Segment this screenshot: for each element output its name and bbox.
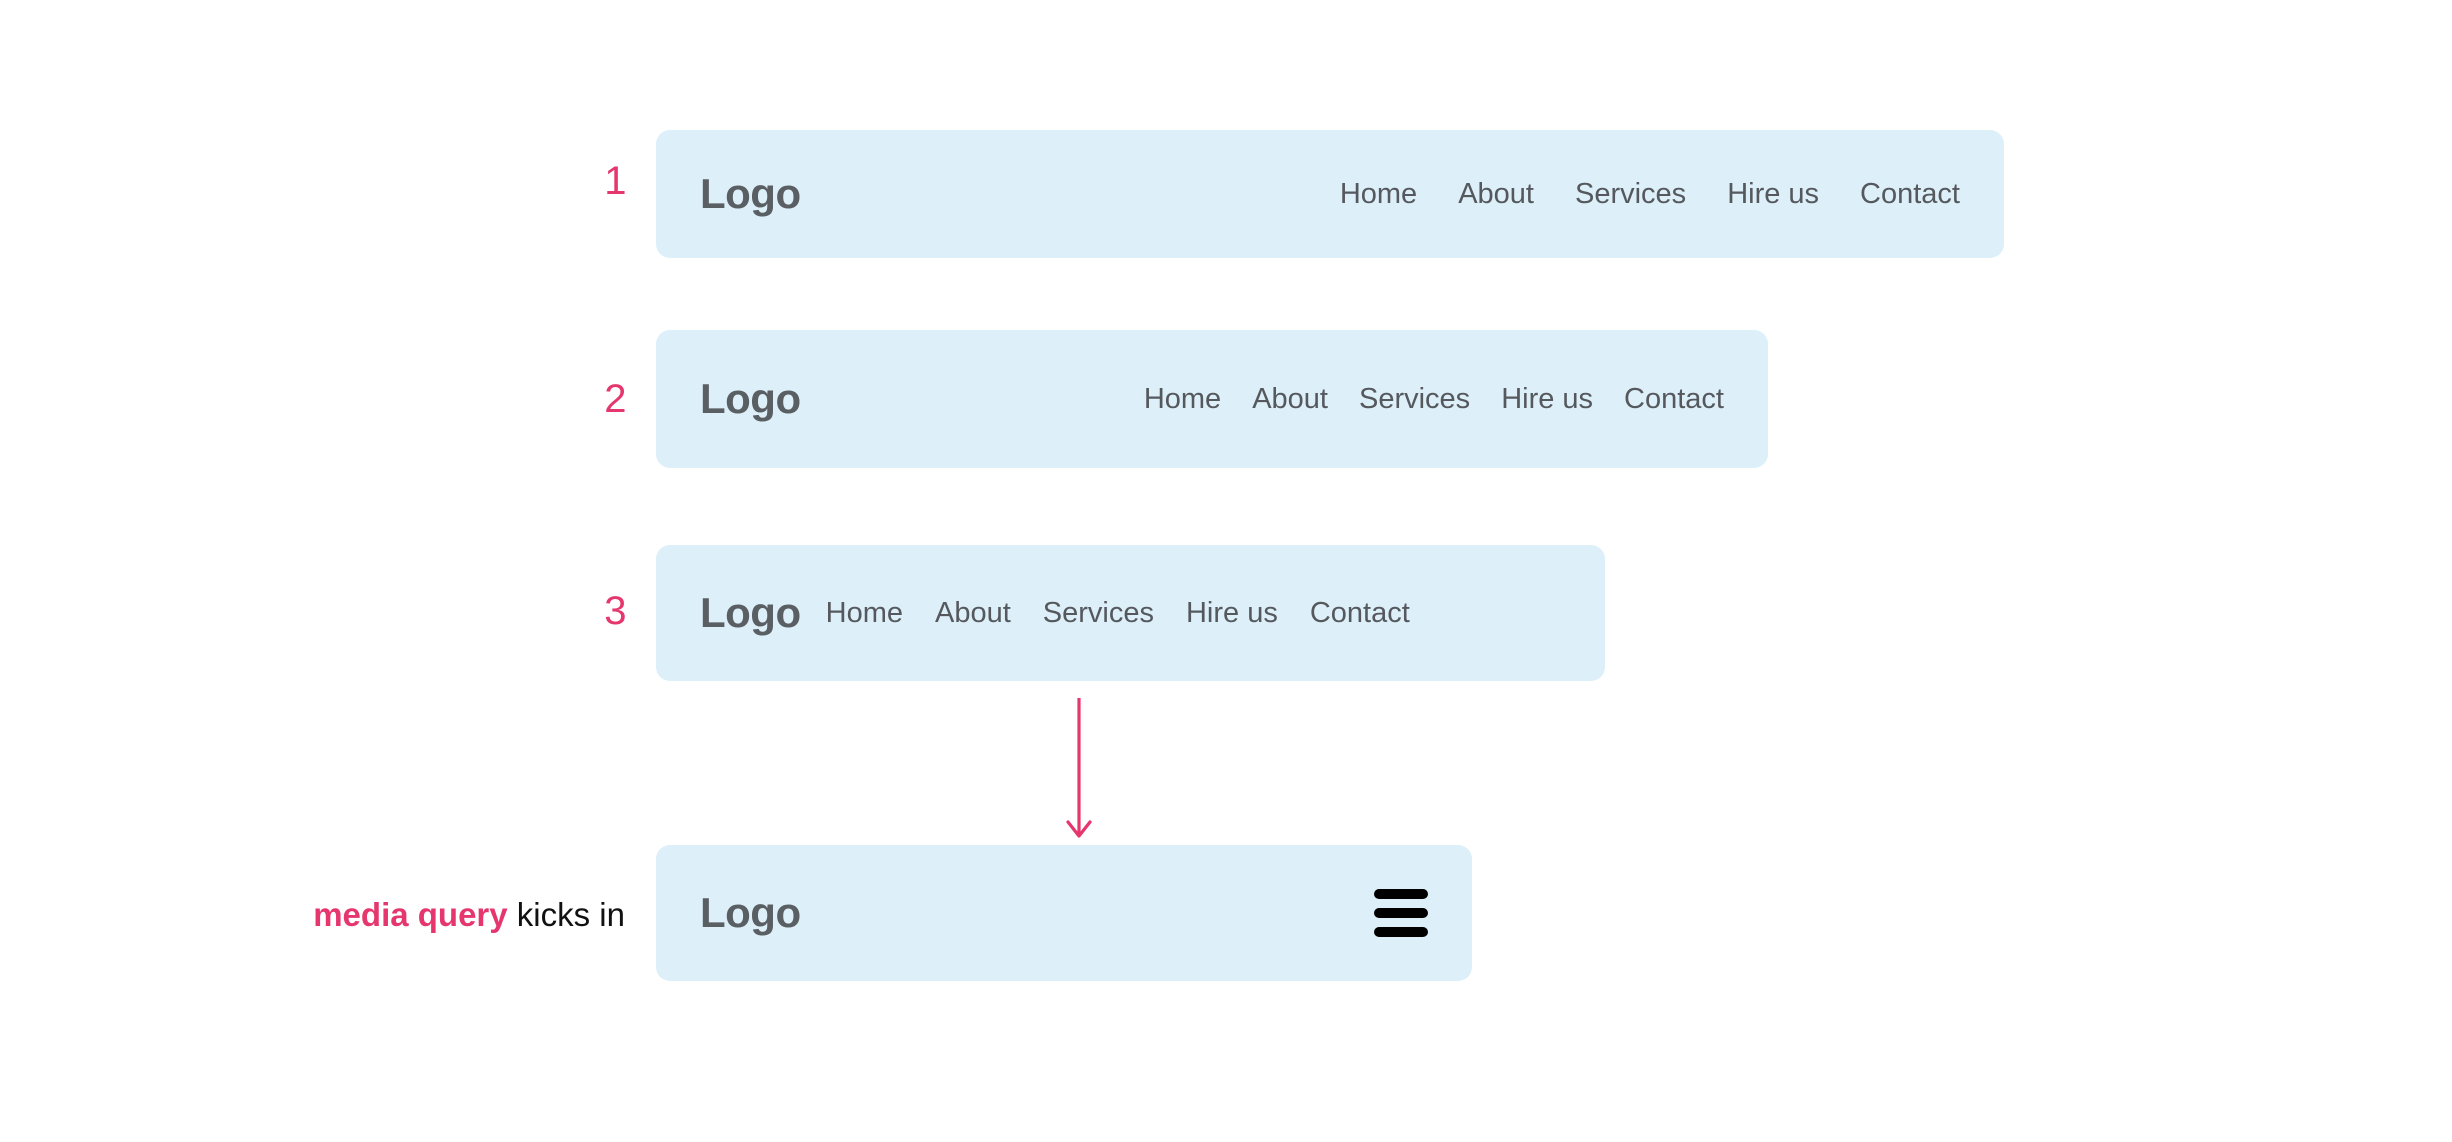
navlink-services-2[interactable]: Services (1359, 384, 1470, 414)
logo-1[interactable]: Logo (700, 173, 801, 215)
arrow-down-icon (1062, 696, 1102, 844)
navbar-variant-mobile: Logo (656, 845, 1472, 981)
hamburger-bar-top (1374, 889, 1428, 899)
navlink-home-1[interactable]: Home (1340, 179, 1417, 209)
navlink-about-1[interactable]: About (1458, 179, 1534, 209)
media-query-caption: media query kicks in (205, 898, 625, 931)
navlink-hire-us-1[interactable]: Hire us (1727, 179, 1819, 209)
hamburger-bar-bottom (1374, 927, 1428, 937)
navlink-about-3[interactable]: About (935, 598, 1011, 628)
navlink-services-3[interactable]: Services (1043, 598, 1154, 628)
logo-4[interactable]: Logo (700, 892, 801, 934)
step-number-1: 1 (604, 159, 627, 203)
diagram-canvas: 1 Logo Home About Services Hire us Conta… (0, 0, 2452, 1142)
navlink-about-2[interactable]: About (1252, 384, 1328, 414)
navlinks-3: Home About Services Hire us Contact (826, 598, 1410, 628)
navlink-hire-us-2[interactable]: Hire us (1501, 384, 1593, 414)
caption-rest: kicks in (507, 896, 625, 933)
navlink-home-3[interactable]: Home (826, 598, 903, 628)
navbar-variant-2: Logo Home About Services Hire us Contact (656, 330, 1768, 468)
step-number-2: 2 (604, 377, 627, 421)
navlink-contact-3[interactable]: Contact (1310, 598, 1410, 628)
navlink-hire-us-3[interactable]: Hire us (1186, 598, 1278, 628)
navbar-variant-1: Logo Home About Services Hire us Contact (656, 130, 2004, 258)
navlink-services-1[interactable]: Services (1575, 179, 1686, 209)
caption-emphasis: media query (313, 896, 508, 933)
logo-2[interactable]: Logo (700, 378, 801, 420)
navlink-home-2[interactable]: Home (1144, 384, 1221, 414)
navlinks-1: Home About Services Hire us Contact (1340, 179, 1960, 209)
navbar-variant-3: Logo Home About Services Hire us Contact (656, 545, 1605, 681)
navlink-contact-2[interactable]: Contact (1624, 384, 1724, 414)
navlink-contact-1[interactable]: Contact (1860, 179, 1960, 209)
navlinks-2: Home About Services Hire us Contact (1144, 384, 1724, 414)
step-number-3: 3 (604, 589, 627, 633)
hamburger-icon[interactable] (1374, 889, 1428, 937)
logo-3[interactable]: Logo (700, 592, 801, 634)
hamburger-bar-middle (1374, 908, 1428, 918)
